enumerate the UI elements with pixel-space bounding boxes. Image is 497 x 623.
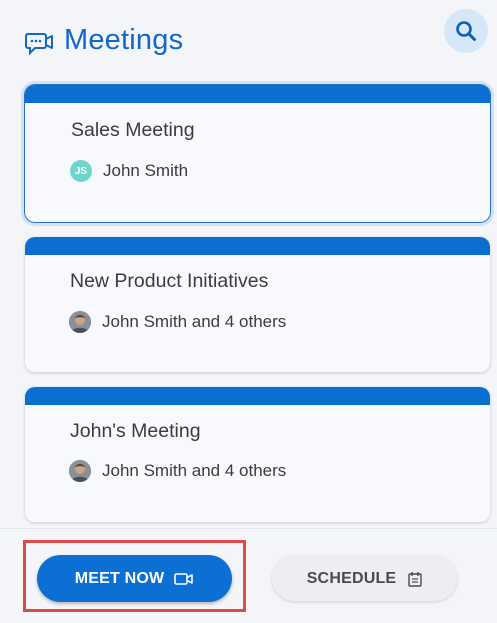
- video-chat-icon: [25, 33, 53, 56]
- avatar: [69, 311, 91, 333]
- avatar-photo: [69, 460, 91, 482]
- meeting-attendees: John Smith and 4 others: [69, 310, 286, 334]
- avatar: [69, 460, 91, 482]
- meeting-card[interactable]: Sales Meeting JS John Smith: [25, 85, 490, 222]
- meet-now-button[interactable]: MEET NOW: [37, 555, 232, 602]
- meeting-title: Sales Meeting: [71, 119, 195, 141]
- card-accent-bar: [25, 387, 490, 405]
- meeting-attendees: JS John Smith: [70, 159, 188, 183]
- schedule-label: SCHEDULE: [306, 569, 397, 587]
- card-accent-bar: [25, 85, 490, 103]
- meeting-card[interactable]: John's Meeting John Smith and 4 others: [25, 387, 490, 522]
- page-title: Meetings: [64, 24, 184, 56]
- search-icon: [456, 21, 476, 41]
- attendees-text: John Smith and 4 others: [102, 312, 287, 331]
- schedule-button[interactable]: SCHEDULE: [272, 556, 457, 601]
- video-camera-icon: [174, 572, 194, 585]
- search-button[interactable]: [444, 9, 488, 53]
- attendees-text: John Smith: [103, 161, 189, 180]
- meeting-attendees: John Smith and 4 others: [69, 459, 286, 483]
- meeting-card[interactable]: New Product Initiatives John Smith and 4…: [25, 237, 490, 372]
- avatar-photo: [69, 311, 91, 333]
- card-accent-bar: [25, 237, 490, 255]
- calendar-icon: [408, 571, 422, 587]
- meet-now-label: MEET NOW: [74, 569, 165, 587]
- meeting-title: New Product Initiatives: [70, 270, 269, 292]
- avatar: JS: [70, 160, 92, 182]
- header: Meetings: [0, 0, 497, 80]
- attendees-text: John Smith and 4 others: [102, 461, 287, 480]
- meeting-title: John's Meeting: [70, 420, 201, 442]
